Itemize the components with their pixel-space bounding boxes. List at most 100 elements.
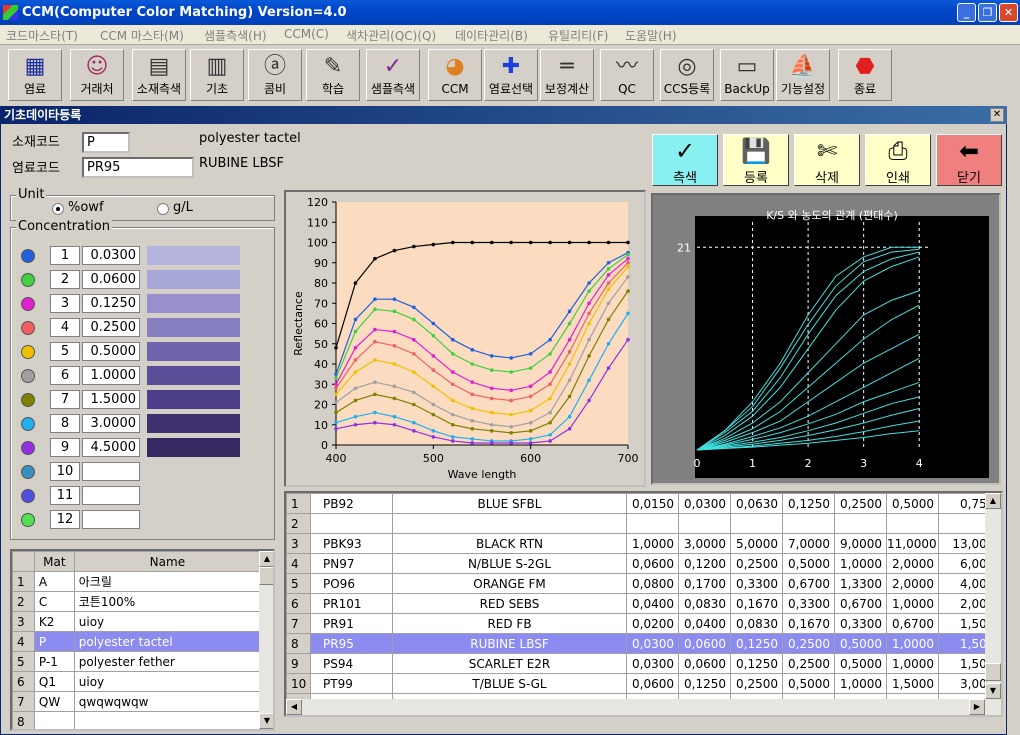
materials-cell: polyester fether xyxy=(73,651,262,672)
toolbar-button-dye-select[interactable]: ✚ 염료선택 xyxy=(484,49,538,101)
dyes-cell: 1,0000 xyxy=(626,533,679,554)
scroll-up-button[interactable]: ▲ xyxy=(259,551,273,567)
concentration-value-input[interactable]: 1.0000 xyxy=(82,366,140,385)
toolbar-button-learn[interactable]: ✎ 학습 xyxy=(306,49,360,101)
delete-button[interactable]: ✄ 삭제 xyxy=(794,134,860,186)
toolbar-button-stop[interactable]: ⬣ 종료 xyxy=(838,49,892,101)
unit-gl-radio[interactable] xyxy=(157,203,169,215)
concentration-value-input[interactable] xyxy=(82,510,140,529)
dyes-scroll-down-button[interactable]: ▼ xyxy=(985,683,1001,699)
data-point xyxy=(373,392,377,397)
dyes-cell: 0,1670 xyxy=(730,593,783,614)
toolbar-button-dye[interactable]: ▦ 염료 xyxy=(8,49,62,101)
dyes-cell: 0,0600 xyxy=(626,553,679,574)
table-row[interactable]: 3 K2 uioy xyxy=(12,611,262,632)
save-button[interactable]: 💾 등록 xyxy=(723,134,789,186)
data-point xyxy=(451,412,455,417)
data-point xyxy=(470,380,475,385)
menu-item[interactable]: 도움말(H) xyxy=(625,27,677,44)
toolbar-button-ccm[interactable]: ◕ CCM xyxy=(428,49,482,101)
table-row[interactable]: 10 PT99 T/BLUE S-GL 0,0600 0,1250 0,2500 0,500… xyxy=(286,673,1001,694)
data-point xyxy=(509,441,513,445)
toolbar-button-settings[interactable]: ⛵ 기능설정 xyxy=(776,49,830,101)
materials-header-cell: Name xyxy=(73,551,262,572)
scroll-thumb[interactable] xyxy=(259,567,273,585)
toolbar-button-backup[interactable]: ▭ BackUp xyxy=(720,49,774,101)
dyes-scroll-up-button[interactable]: ▲ xyxy=(985,493,1001,509)
table-row[interactable]: 6 Q1 uioy xyxy=(12,671,262,692)
data-point xyxy=(528,420,533,425)
concentration-value-input[interactable] xyxy=(82,486,140,505)
unit-owf-radio[interactable] xyxy=(52,203,64,215)
toolbar-button-client[interactable]: ☺ 거래처 xyxy=(70,49,124,101)
table-row[interactable]: 5 PO96 ORANGE FM 0,0800 0,1700 0,3300 0,6700 1,… xyxy=(286,573,1001,594)
concentration-value-input[interactable]: 1.5000 xyxy=(82,390,140,409)
toolbar-button-qc[interactable]: 〰 QC xyxy=(600,49,654,101)
concentration-value-input[interactable]: 0.0300 xyxy=(82,246,140,265)
y-tick-label: 10 xyxy=(314,419,328,432)
dyes-cell: 0,6700 xyxy=(782,573,835,594)
concentration-value-input[interactable]: 0.0600 xyxy=(82,270,140,289)
toolbar-button-material-measure[interactable]: ▤ 소재측색 xyxy=(132,49,186,101)
data-point xyxy=(567,394,572,399)
material-code-input[interactable]: P xyxy=(82,132,130,153)
data-point xyxy=(626,256,630,261)
table-row[interactable]: 7 PR91 RED FB 0,0200 0,0400 0,0830 0,1670 0,330… xyxy=(286,613,1001,634)
table-row[interactable]: 2 C 코튼100% xyxy=(12,591,262,612)
table-row[interactable]: 1 PB92 BLUE SFBL 0,0150 0,0300 0,0630 0,1250 0,… xyxy=(286,493,1001,514)
table-row[interactable]: 7 QW qwqwqwqw xyxy=(12,691,262,712)
close-arrow-button[interactable]: ⬅ 닫기 xyxy=(936,134,1002,186)
minimize-button[interactable]: _ xyxy=(957,3,976,22)
table-row[interactable]: 3 PBK93 BLACK RTN 1,0000 3,0000 5,0000 7,0000 9… xyxy=(286,533,1001,554)
data-point xyxy=(334,427,338,431)
concentration-value-input[interactable]: 4.5000 xyxy=(82,438,140,457)
toolbar-button-correction[interactable]: ═ 보정계산 xyxy=(540,49,594,101)
menu-item[interactable]: 코드마스타(T) xyxy=(6,27,78,44)
table-row[interactable]: 9 PS94 SCARLET E2R 0,0300 0,0600 0,1250 0,2500… xyxy=(286,653,1001,674)
menu-item[interactable]: 색차관리(QC)(Q) xyxy=(346,27,436,44)
table-row[interactable]: 1 A 아크릴 xyxy=(12,571,262,592)
table-row[interactable]: 5 P-1 polyester fether xyxy=(12,651,262,672)
subwindow-close-button[interactable]: ✕ xyxy=(990,108,1004,122)
menu-item[interactable]: CCM(C) xyxy=(284,27,329,41)
y-tick-label: 20 xyxy=(314,399,328,412)
dye-code-input[interactable]: PR95 xyxy=(82,157,194,178)
concentration-value-input[interactable]: 0.2500 xyxy=(82,318,140,337)
table-row[interactable]: 4 PN97 N/BLUE S-2GL 0,0600 0,1200 0,2500 0,500… xyxy=(286,553,1001,574)
unit-gl-label: g/L xyxy=(173,200,193,215)
table-row[interactable]: 4 Ppolyester tactel xyxy=(12,631,262,652)
data-point xyxy=(451,382,455,387)
data-point xyxy=(470,362,475,366)
print-button[interactable]: ⎙ 인쇄 xyxy=(865,134,931,186)
toolbar-button-combi[interactable]: ⓐ 콤비 xyxy=(248,49,302,101)
toolbar-button-ccs[interactable]: ◎ CCS등록 xyxy=(660,49,714,101)
concentration-value-input[interactable]: 0.1250 xyxy=(82,294,140,313)
close-window-button[interactable]: ✕ xyxy=(999,3,1018,22)
dyes-scroll-right-button[interactable]: ▶ xyxy=(969,699,985,715)
dyes-scroll-thumb[interactable] xyxy=(985,663,1001,681)
materials-cell: P xyxy=(33,631,75,652)
toolbar-button-sample-measure[interactable]: ✓ 샘플측색 xyxy=(366,49,420,101)
ccm-icon: ◕ xyxy=(445,54,465,79)
toolbar-button-books[interactable]: ▥ 기초 xyxy=(190,49,244,101)
table-row[interactable]: 8 xyxy=(12,711,262,729)
concentration-value-input[interactable]: 0.5000 xyxy=(82,342,140,361)
menu-item[interactable]: CCM 마스타(M) xyxy=(100,27,184,44)
dyes-scroll-left-button[interactable]: ◀ xyxy=(286,699,302,715)
concentration-value-input[interactable]: 3.0000 xyxy=(82,414,140,433)
measure-button[interactable]: ✓ 측색 xyxy=(652,134,718,186)
table-row[interactable]: 8 PR95 RUBINE LBSF 0,0300 0,0600 0,1250 0,2500… xyxy=(286,633,1001,654)
scroll-down-button[interactable]: ▼ xyxy=(259,713,273,729)
menu-item[interactable]: 데이타관리(B) xyxy=(455,27,528,44)
restore-button[interactable]: ❐ xyxy=(978,3,997,22)
concentration-color-dot xyxy=(21,417,35,431)
concentration-value-input[interactable] xyxy=(82,462,140,481)
menu-item[interactable]: 샘플측색(H) xyxy=(204,27,267,44)
dyes-hscrollbar[interactable]: ◀ ▶ xyxy=(286,699,1001,715)
materials-scrollbar[interactable]: ▲ ▼ xyxy=(259,551,273,729)
table-row[interactable]: 2 xyxy=(286,513,1001,534)
table-row[interactable]: 6 PR101 RED SEBS 0,0400 0,0830 0,1670 0,3300 0,… xyxy=(286,593,1001,614)
menu-item[interactable]: 유틸리티(F) xyxy=(548,27,608,44)
x-tick-label: 4 xyxy=(916,457,923,470)
dyes-vscrollbar[interactable]: ▲ ▼ xyxy=(985,493,1001,699)
